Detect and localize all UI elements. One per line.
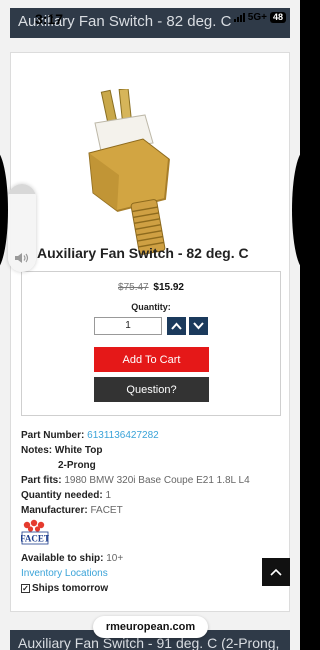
buy-box: $75.47 $15.92 Quantity: 1 Add To Cart Qu…: [21, 271, 281, 416]
ships-label: Ships tomorrow: [32, 583, 109, 594]
available-label: Available to ship:: [21, 553, 104, 564]
manufacturer-label: Manufacturer:: [21, 505, 88, 516]
add-to-cart-button[interactable]: Add To Cart: [94, 347, 209, 372]
facet-logo-text: FACET: [21, 534, 49, 544]
volume-level: [8, 184, 36, 194]
status-indicators: 5G+ 48: [233, 12, 286, 23]
quantity-increase-button[interactable]: [167, 317, 186, 335]
notes-label: Notes:: [21, 445, 53, 456]
manufacturer-row: Manufacturer: FACET: [21, 503, 281, 518]
ships-row: ✓ Ships tomorrow: [21, 581, 281, 596]
notes-line2: 2-Prong: [58, 460, 96, 471]
volume-hud: [8, 184, 36, 272]
part-fits-label: Part fits:: [21, 475, 62, 486]
part-number-row: Part Number: 6131136427282: [21, 428, 281, 443]
checked-box-icon: ✓: [21, 583, 30, 593]
chevron-down-icon: [193, 322, 204, 330]
network-label: 5G+: [247, 12, 267, 23]
quantity-needed-row: Quantity needed: 1: [21, 488, 281, 503]
notes-line1: White Top: [54, 445, 103, 456]
speaker-icon: [15, 253, 29, 263]
quantity-needed-value: 1: [105, 490, 112, 501]
inventory-locations-link[interactable]: Inventory Locations: [21, 566, 281, 581]
quantity-needed-label: Quantity needed:: [21, 490, 103, 501]
price-row: $75.47 $15.92: [22, 282, 280, 293]
quantity-decrease-button[interactable]: [189, 317, 208, 335]
chevron-up-icon: [270, 568, 282, 576]
part-number-label: Part Number:: [21, 430, 85, 441]
product-title: Auxiliary Fan Switch - 82 deg. C: [37, 245, 249, 261]
browser-address-pill[interactable]: rmeuropean.com: [93, 616, 208, 638]
facet-logo: FACET: [20, 519, 50, 545]
chevron-up-icon: [171, 322, 182, 330]
quantity-input[interactable]: 1: [94, 317, 162, 335]
phone-edge-right: [292, 150, 300, 270]
screen: Auxiliary Fan Switch - 82 deg. C 3:17 5G…: [0, 0, 300, 650]
fan-switch-product-image: [88, 89, 170, 255]
available-value: 10+: [106, 553, 124, 564]
part-number-link[interactable]: 6131136427282: [87, 430, 159, 441]
price-old: $75.47: [118, 282, 149, 293]
back-to-top-button[interactable]: [262, 558, 290, 586]
available-row: Available to ship: 10+: [21, 551, 281, 566]
quantity-label: Quantity:: [131, 302, 171, 312]
battery-icon: 48: [269, 12, 286, 23]
phone-edge-left: [0, 150, 8, 270]
manufacturer-value: FACET: [90, 505, 123, 516]
part-fits-row: Part fits: 1980 BMW 320i Base Coupe E21 …: [21, 473, 281, 488]
notes-row: Notes: White Top: [21, 443, 281, 458]
signal-icon: [233, 13, 245, 22]
status-time: 3:17: [35, 11, 64, 27]
question-button[interactable]: Question?: [94, 377, 209, 402]
product-card: Auxiliary Fan Switch - 82 deg. C $75.47 …: [10, 52, 290, 612]
product-specs: Part Number: 6131136427282 Notes: White …: [20, 428, 281, 596]
price-new: $15.92: [153, 282, 184, 293]
part-fits-value: 1980 BMW 320i Base Coupe E21 1.8L L4: [64, 475, 250, 486]
